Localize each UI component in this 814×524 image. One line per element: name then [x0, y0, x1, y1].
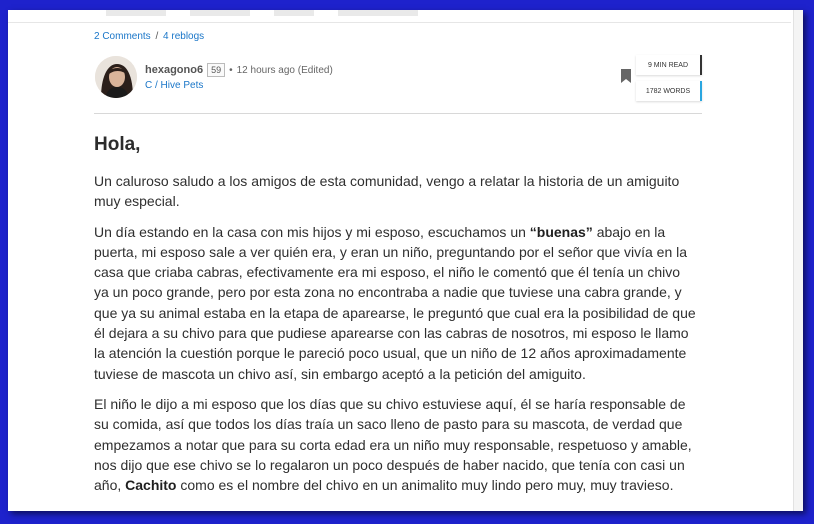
post-body: Hola, Un caluroso saludo a los amigos de… [94, 133, 698, 505]
paragraph-2-text-a: Un día estando en la casa con mis hijos … [94, 223, 530, 240]
reputation-badge: 59 [207, 63, 226, 77]
paragraph-2: Un día estando en la casa con mis hijos … [94, 222, 698, 384]
paragraph-3: El niño le dijo a mi esposo que los días… [94, 394, 698, 495]
post-meta-links: 2 Comments / 4 reblogs [94, 31, 204, 42]
avatar[interactable] [95, 56, 137, 98]
paragraph-2-bold: “buenas” [529, 223, 593, 240]
paragraph-3-bold: Cachito [125, 477, 177, 494]
meta-separator: / [155, 31, 159, 42]
reblogs-link[interactable]: 4 reblogs [163, 31, 204, 42]
author-name[interactable]: hexagono6 [145, 64, 203, 76]
author-line: hexagono6 59 • 12 hours ago (Edited) [145, 63, 333, 77]
bookmark-icon[interactable] [621, 69, 631, 83]
read-time-badge: 9 MIN READ [636, 55, 702, 75]
post-frame: 2 Comments / 4 reblogs hexagono6 59 • 12… [8, 10, 803, 511]
paragraph-1: Un caluroso saludo a los amigos de esta … [94, 173, 680, 210]
post-time: 12 hours ago (Edited) [236, 64, 333, 76]
content-divider [94, 113, 702, 114]
paragraph-2-text-b: abajo en la puerta, mi esposo sale a ver… [94, 223, 696, 382]
bullet: • [229, 64, 233, 76]
comments-link[interactable]: 2 Comments [94, 31, 151, 42]
community-link[interactable]: C / Hive Pets [145, 80, 203, 91]
avatar-photo [95, 56, 137, 98]
paragraph-3-text-b: como es el nombre del chivo en un animal… [176, 477, 674, 494]
scrollbar[interactable] [793, 10, 803, 511]
word-count-badge: 1782 WORDS [636, 81, 702, 101]
header-divider [8, 22, 791, 23]
post-heading: Hola, [94, 134, 141, 155]
post-title [94, 10, 430, 16]
